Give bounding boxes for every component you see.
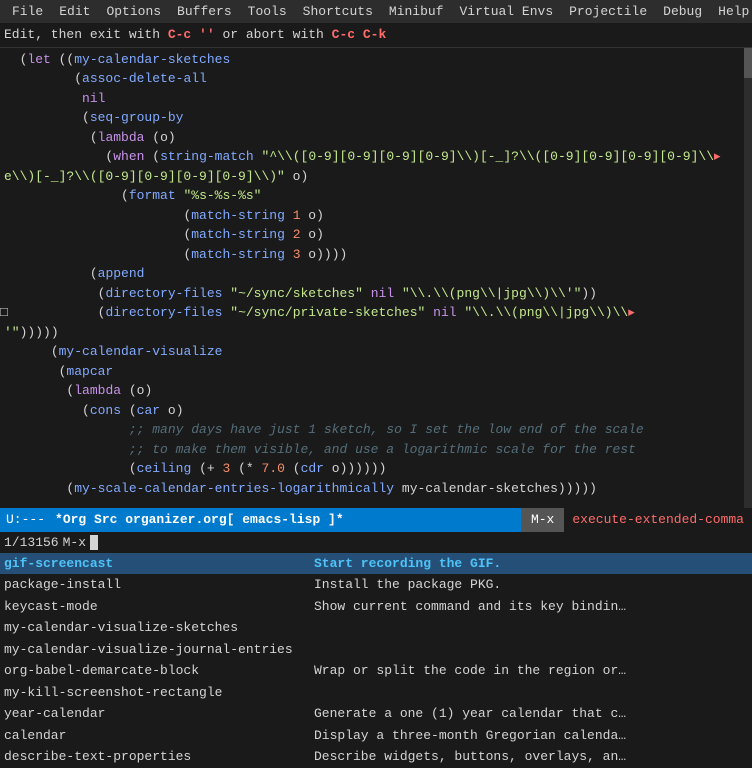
- notification-middle: or abort with: [215, 27, 332, 42]
- completion-row-9[interactable]: describe-text-properties Describe widget…: [0, 746, 752, 768]
- menu-projectile[interactable]: Projectile: [561, 2, 655, 21]
- key-combo-1: C-c '': [168, 27, 215, 42]
- completion-list: gif-screencast Start recording the GIF. …: [0, 553, 752, 768]
- code-area: (let ((my-calendar-sketches (assoc-delet…: [0, 48, 752, 508]
- notification-bar: Edit, then exit with C-c '' or abort wit…: [0, 23, 752, 48]
- completion-desc-9: Describe widgets, buttons, overlays, an…: [314, 747, 626, 767]
- completion-desc-1: Install the package PKG.: [314, 575, 501, 595]
- completion-name-4: my-calendar-visualize-journal-entries: [4, 640, 314, 660]
- menu-file[interactable]: File: [4, 2, 51, 21]
- menu-options[interactable]: Options: [98, 2, 169, 21]
- status-command: execute-extended-comma: [564, 508, 752, 532]
- completion-row-4[interactable]: my-calendar-visualize-journal-entries: [0, 639, 752, 661]
- menu-edit[interactable]: Edit: [51, 2, 98, 21]
- completion-name-6: my-kill-screenshot-rectangle: [4, 683, 314, 703]
- completion-desc-5: Wrap or split the code in the region or…: [314, 661, 626, 681]
- completion-name-9: describe-text-properties: [4, 747, 314, 767]
- completion-name-8: calendar: [4, 726, 314, 746]
- completion-name-1: package-install: [4, 575, 314, 595]
- completion-name-0: gif-screencast: [4, 554, 314, 574]
- minibuf-prompt-label: M-x: [63, 535, 86, 550]
- menu-virtualenvs[interactable]: Virtual Envs: [452, 2, 562, 21]
- completion-row-7[interactable]: year-calendar Generate a one (1) year ca…: [0, 703, 752, 725]
- menu-help[interactable]: Help: [710, 2, 752, 21]
- menu-debug[interactable]: Debug: [655, 2, 710, 21]
- completion-desc-7: Generate a one (1) year calendar that c…: [314, 704, 626, 724]
- menu-tools[interactable]: Tools: [240, 2, 295, 21]
- menu-buffers[interactable]: Buffers: [169, 2, 240, 21]
- menu-bar: File Edit Options Buffers Tools Shortcut…: [0, 0, 752, 23]
- completion-name-5: org-babel-demarcate-block: [4, 661, 314, 681]
- completion-row-1[interactable]: package-install Install the package PKG.: [0, 574, 752, 596]
- menu-shortcuts[interactable]: Shortcuts: [295, 2, 381, 21]
- completion-desc-2: Show current command and its key bindin…: [314, 597, 626, 617]
- completion-name-7: year-calendar: [4, 704, 314, 724]
- minibuf-cursor[interactable]: [90, 535, 98, 550]
- completion-row-5[interactable]: org-babel-demarcate-block Wrap or split …: [0, 660, 752, 682]
- minibuf-area: 1/13156 M-x: [0, 532, 752, 553]
- completion-name-3: my-calendar-visualize-sketches: [4, 618, 314, 638]
- status-encoding: U:---: [0, 512, 51, 527]
- key-combo-2: C-c C-k: [332, 27, 387, 42]
- menu-minibuf[interactable]: Minibuf: [381, 2, 452, 21]
- status-mx-indicator: M-x: [521, 508, 564, 532]
- notification-prefix: Edit, then exit with: [4, 27, 168, 42]
- minibuf-line-number: 1/13156: [4, 535, 59, 550]
- status-bar: U:--- *Org Src organizer.org[ emacs-lisp…: [0, 508, 752, 532]
- completion-desc-0: Start recording the GIF.: [314, 554, 501, 574]
- completion-desc-8: Display a three-month Gregorian calenda…: [314, 726, 626, 746]
- completion-name-2: keycast-mode: [4, 597, 314, 617]
- completion-row-3[interactable]: my-calendar-visualize-sketches: [0, 617, 752, 639]
- completion-row-0[interactable]: gif-screencast Start recording the GIF.: [0, 553, 752, 575]
- status-filename: *Org Src organizer.org[ emacs-lisp ]*: [51, 512, 348, 527]
- completion-row-2[interactable]: keycast-mode Show current command and it…: [0, 596, 752, 618]
- completion-row-8[interactable]: calendar Display a three-month Gregorian…: [0, 725, 752, 747]
- completion-row-6[interactable]: my-kill-screenshot-rectangle: [0, 682, 752, 704]
